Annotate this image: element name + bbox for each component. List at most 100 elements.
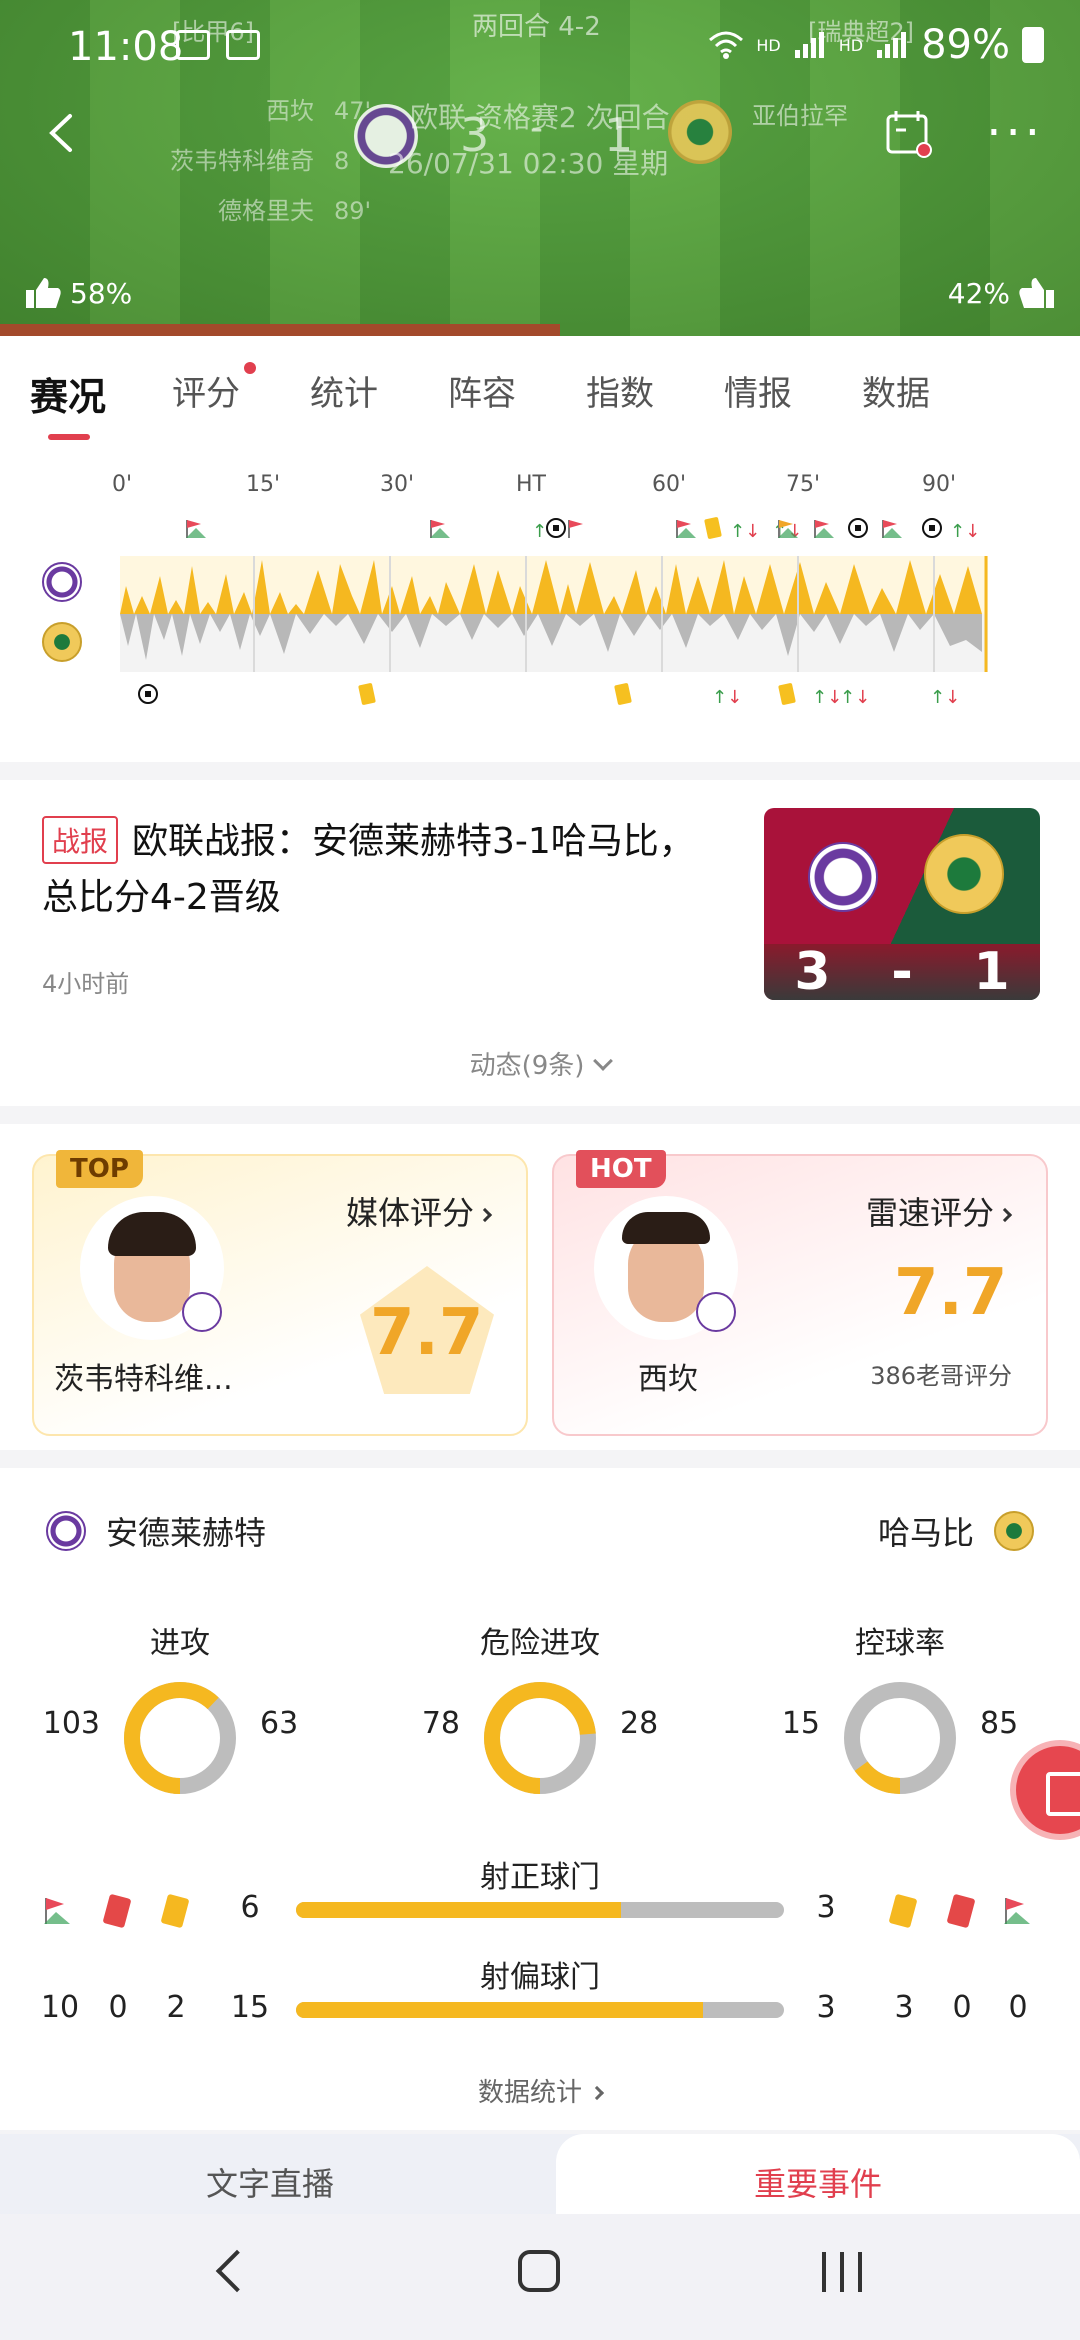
- away-yellow-cards: 3: [894, 1990, 914, 2025]
- stats-section: 安德莱赫特 哈马比 进攻 103 63 危险进攻 78 28 控球率 15 85…: [0, 1468, 1080, 2130]
- substitution-icon: ↑↓: [812, 687, 843, 708]
- away-team: 哈马比: [878, 1508, 1034, 1554]
- rating-count: 386老哥评分: [870, 1362, 1012, 1390]
- thumbnail-away-score: 1: [973, 942, 1010, 1000]
- scorer-name: 茨韦特科维奇: [170, 147, 314, 175]
- match-header: 11:08 HD HD 89% [比甲6] 两回合 4-2 [瑞典超2] 西坎 …: [0, 0, 1080, 336]
- wifi-icon: [709, 31, 744, 59]
- nav-recents-button[interactable]: [822, 2252, 862, 2292]
- vote-ratio-bar: [0, 324, 560, 336]
- donut-ring: [124, 1682, 236, 1794]
- media-rating-title-text: 媒体评分: [345, 1194, 474, 1232]
- back-button[interactable]: [38, 108, 88, 158]
- donut-stat: 进攻 103 63: [30, 1618, 330, 1794]
- media-rating-card[interactable]: TOP 媒体评分 茨韦特科维... 7.7: [32, 1150, 528, 1436]
- tab-odds[interactable]: 指数: [586, 366, 654, 415]
- media-rating-title[interactable]: 媒体评分: [345, 1188, 493, 1234]
- substitution-icon: ↑↓: [712, 687, 743, 708]
- donut-stat: 控球率 15 85: [750, 1618, 1050, 1794]
- tab-lineup[interactable]: 阵容: [448, 366, 516, 415]
- news-tag: 战报: [42, 816, 119, 864]
- nav-home-button[interactable]: [518, 2250, 560, 2292]
- tab-text-live[interactable]: 文字直播: [0, 2134, 540, 2214]
- chevron-right-icon: [997, 1207, 1013, 1223]
- yellow-card-icon: [704, 516, 722, 543]
- news-expand-button[interactable]: 动态(9条): [0, 1026, 1080, 1106]
- thumbnail-score: 3 - 1: [764, 942, 1040, 1000]
- timeline-tick: HT: [516, 472, 546, 497]
- home-team-name: 安德莱赫特: [106, 1514, 267, 1552]
- yellow-card-icon: [160, 1893, 190, 1929]
- news-card[interactable]: 欧联战报：安德莱赫特3-1哈马比，总比分4-2晋级 战报 4小时前 3 - 1: [0, 780, 1080, 1026]
- bar-fill: [296, 2002, 703, 2018]
- chevron-right-icon: [477, 1207, 493, 1223]
- substitution-icon: ↑↓: [950, 521, 981, 542]
- tab-key-events[interactable]: 重要事件: [556, 2134, 1080, 2214]
- donut-home-value: 103: [42, 1706, 100, 1741]
- nav-back-button[interactable]: [215, 2249, 259, 2293]
- match-timeline[interactable]: 0' 15' 30' HT 60' 75' 90' ↑↓ ↑↓ ↑↓ ↑↓ ↑↓…: [0, 456, 1080, 762]
- away-league-rank: [瑞典超2]: [808, 18, 914, 46]
- news-thumbnail: 3 - 1: [764, 808, 1040, 1000]
- more-button[interactable]: ···: [986, 109, 1044, 157]
- shots-off-target-row: 射偏球门 10 0 2 15 3 3 0 0: [0, 1952, 1080, 2032]
- player-name: 茨韦特科维...: [54, 1362, 233, 1397]
- corner-flag-icon: [428, 518, 456, 545]
- home-crest: [46, 1511, 86, 1551]
- corner-flag-icon: [880, 518, 908, 545]
- tab-bar: 赛况 评分 统计 阵容 指数 情报 数据: [0, 336, 1080, 456]
- header-actions: ···: [884, 108, 1044, 158]
- momentum-chart: [120, 556, 988, 672]
- away-crest: [994, 1511, 1034, 1551]
- substitution-icon: ↑↓: [930, 687, 961, 708]
- corner-flag-icon: [674, 518, 702, 545]
- shots-on-target-row: 射正球门 6 3: [0, 1852, 1080, 1932]
- scorer-name: 德格里夫: [218, 197, 314, 225]
- tab-stats[interactable]: 统计: [310, 366, 378, 415]
- donut-ring: [484, 1682, 596, 1794]
- thumbs-up-icon: [1019, 278, 1054, 308]
- battery-icon: [1022, 27, 1044, 63]
- active-tab-indicator: [48, 434, 90, 440]
- fan-rating-title[interactable]: 雷速评分: [865, 1188, 1013, 1234]
- tab-data[interactable]: 数据: [862, 366, 930, 415]
- chevron-right-icon: [589, 2085, 605, 2101]
- goal-ball-icon: [138, 684, 158, 709]
- yellow-card-icon: [614, 682, 632, 709]
- tab-overview[interactable]: 赛况: [30, 366, 106, 421]
- calendar-button[interactable]: [884, 108, 934, 158]
- corner-flag-icon: [812, 518, 840, 545]
- club-crest-icon: [696, 1292, 736, 1332]
- away-vote[interactable]: 42%: [948, 276, 1056, 310]
- donut-away-value: 63: [260, 1706, 299, 1741]
- corner-flag-icon: [1004, 1898, 1030, 1924]
- away-crest: [42, 622, 82, 662]
- bar-home-value: 6: [240, 1890, 260, 1925]
- fan-rating-title-text: 雷速评分: [865, 1194, 994, 1232]
- network-label: HD: [756, 35, 781, 55]
- more-icon: ···: [986, 105, 1044, 161]
- corner-flag-icon: [44, 1898, 70, 1924]
- fan-rating-card[interactable]: HOT 雷速评分 西坎 7.7 386老哥评分: [552, 1150, 1048, 1436]
- tab-ratings[interactable]: 评分: [172, 366, 240, 415]
- hot-badge: HOT: [576, 1150, 666, 1188]
- chevron-down-icon: [593, 1051, 614, 1071]
- home-red-cards: 0: [108, 1990, 128, 2025]
- goal-ball-icon: [546, 518, 566, 543]
- yellow-card-icon: [358, 682, 376, 709]
- full-stats-link[interactable]: 数据统计: [0, 2072, 1080, 2109]
- away-vote-percent: 42%: [947, 276, 1010, 310]
- bottom-tab-bar: 文字直播 重要事件: [0, 2134, 1080, 2214]
- thumbnail-score-sep: -: [891, 942, 913, 1000]
- donut-home-value: 15: [781, 1706, 820, 1741]
- yellow-card-icon: [888, 1893, 918, 1929]
- home-yellow-cards: 2: [166, 1990, 186, 2025]
- donut-label: 危险进攻: [480, 1626, 600, 1661]
- ratings-section: TOP 媒体评分 茨韦特科维... 7.7 HOT 雷速评分 西坎 7.7 38…: [0, 1124, 1080, 1450]
- tab-intel[interactable]: 情报: [724, 366, 792, 415]
- goal-ball-icon: [848, 518, 868, 543]
- scorer-minute: 89': [334, 197, 372, 225]
- home-vote[interactable]: 58%: [24, 276, 132, 310]
- red-card-icon: [946, 1893, 976, 1929]
- away-side-label: 亚伯拉罕: [752, 102, 848, 130]
